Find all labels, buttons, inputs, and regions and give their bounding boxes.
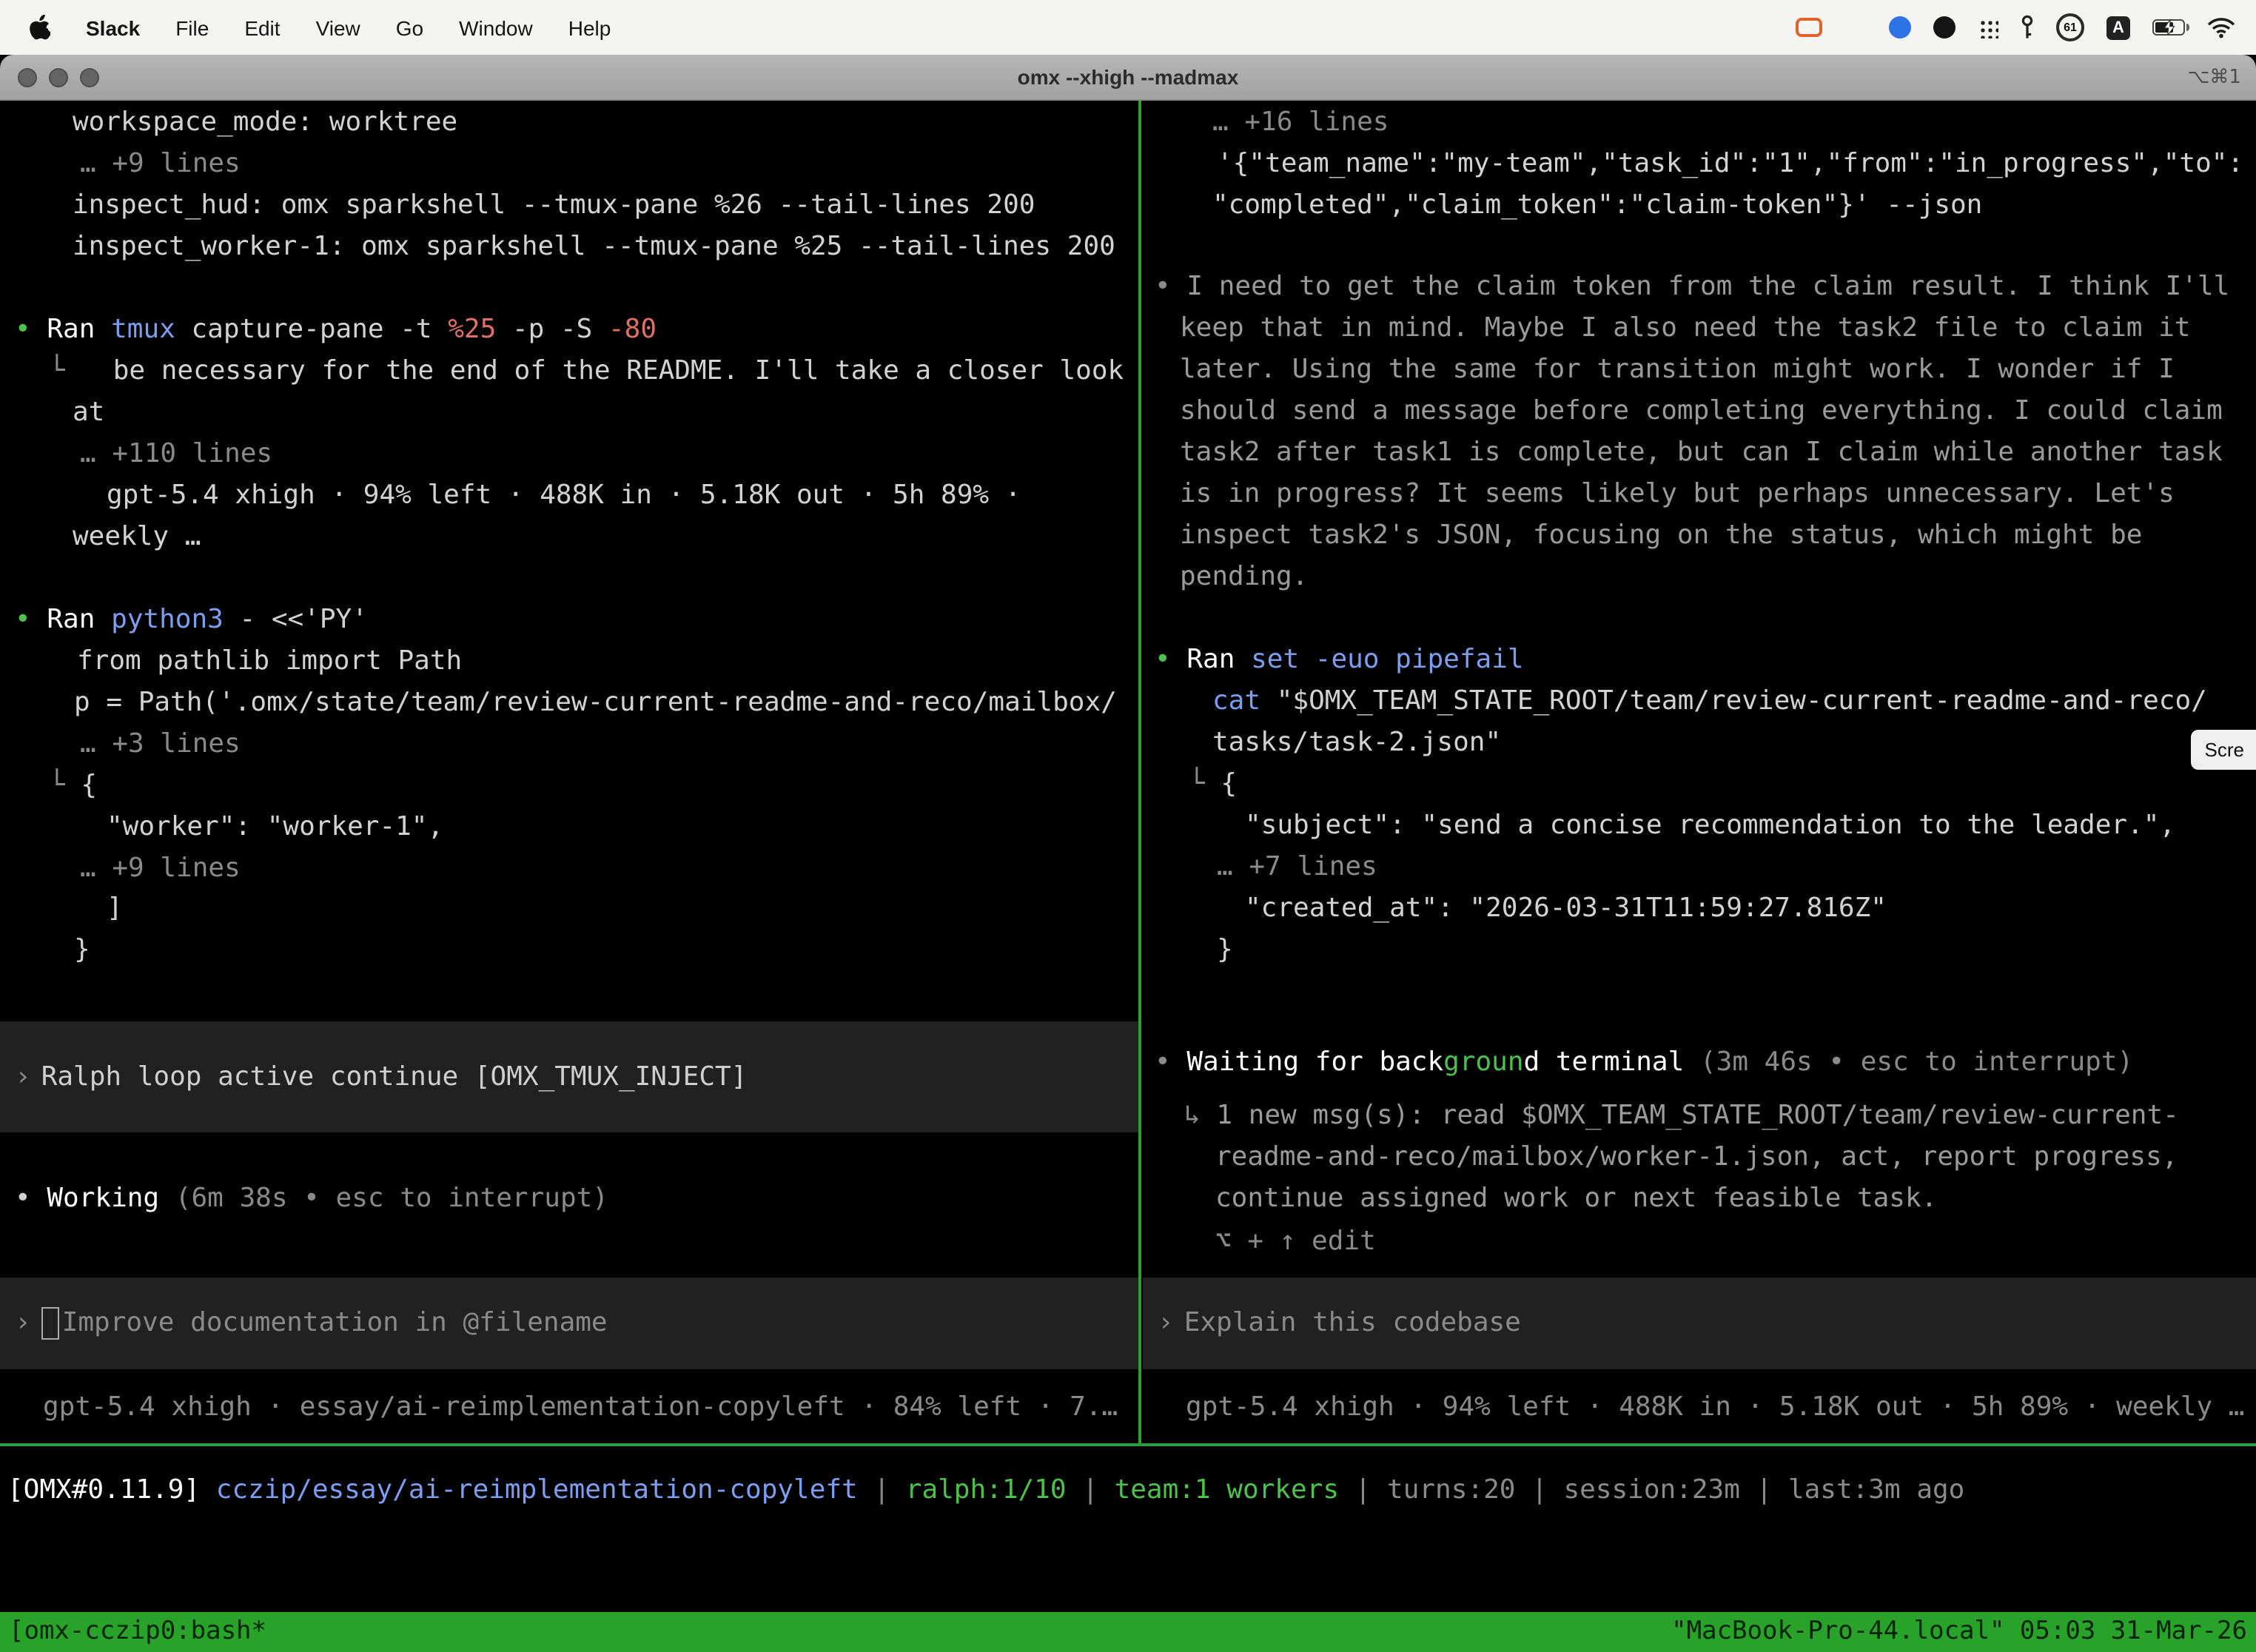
terminal-line: pending. <box>1180 557 1308 598</box>
window-grid-icon[interactable] <box>1844 16 1867 38</box>
tmux-pane-right[interactable]: › Explain this codebase … +16 lines'{"te… <box>1143 101 2256 1443</box>
terminal-line: } <box>1217 930 1233 971</box>
terminal-line: ↳ 1 new msg(s): read $OMX_TEAM_STATE_ROO… <box>1184 1095 2179 1137</box>
zoom-button[interactable] <box>80 67 99 87</box>
terminal: › Ralph loop active continue [OMX_TMUX_I… <box>0 101 2256 1652</box>
terminal-line: "completed","claim_token":"claim-token"}… <box>1212 185 1982 226</box>
composer-placeholder-left: Improve documentation in @filename <box>62 1303 608 1344</box>
terminal-line: • Ran set -euo pipefail <box>1155 639 1524 681</box>
screen-recording-indicator-icon[interactable] <box>1796 18 1822 37</box>
menu-item-file[interactable]: File <box>175 16 209 39</box>
terminal-line: readme-and-reco/mailbox/worker-1.json, a… <box>1215 1137 2178 1178</box>
menu-item-edit[interactable]: Edit <box>244 16 280 39</box>
composer-input-right[interactable]: › Explain this codebase <box>1143 1277 2256 1369</box>
terminal-line: gpt-5.4 xhigh · 94% left · 488K in · 5.1… <box>1186 1387 2245 1428</box>
terminal-line: … +3 lines <box>80 724 241 765</box>
terminal-line: … +7 lines <box>1217 847 1377 888</box>
terminal-line: inspect task2's JSON, focusing on the st… <box>1180 515 2142 557</box>
terminal-line: should send a message before completing … <box>1180 391 2223 432</box>
menu-bar-left: Slack File Edit View Go Window Help <box>0 15 611 40</box>
terminal-line: └ { <box>1189 764 1237 805</box>
terminal-line: ] <box>107 888 123 930</box>
apple-menu-icon[interactable] <box>30 15 50 40</box>
menu-bar-menus: File Edit View Go Window Help <box>175 16 611 39</box>
close-button[interactable] <box>18 67 37 87</box>
terminal-line: └ be necessary for the end of the README… <box>49 351 1124 392</box>
input-source-letter: A <box>2112 19 2124 36</box>
window-title: omx --xhigh --madmax <box>0 65 2256 89</box>
terminal-line: … +110 lines <box>80 434 272 475</box>
battery-percent-value: 61 <box>2064 21 2077 34</box>
screenshot-popup-label: Scre <box>2205 739 2244 761</box>
screenshot-thumbnail-popup[interactable]: Scre <box>2192 730 2256 770</box>
tmux-status-bar: [omx-cczip0:bash* "MacBook-Pro-44.local"… <box>0 1612 2256 1652</box>
terminal-line: inspect_hud: omx sparkshell --tmux-pane … <box>73 185 1035 226</box>
terminal-line: from pathlib import Path <box>77 641 462 682</box>
blue-app-icon[interactable] <box>1889 16 1911 38</box>
menu-bar-status-icons: 61 A <box>1796 13 2256 41</box>
terminal-line: • Ran tmux capture-pane -t %25 -p -S -80 <box>15 309 657 351</box>
key-icon[interactable] <box>2021 15 2034 40</box>
terminal-line: ⌥ + ↑ edit <box>1215 1221 1376 1263</box>
screen: Slack File Edit View Go Window Help 61 A <box>0 0 2256 1652</box>
terminal-line: cat "$OMX_TEAM_STATE_ROOT/team/review-cu… <box>1212 681 2207 722</box>
terminal-line: at <box>73 392 104 434</box>
battery-percent-icon[interactable]: 61 <box>2056 13 2084 41</box>
terminal-line: [OMX#0.11.9] cczip/essay/ai-reimplementa… <box>7 1470 1964 1511</box>
tmux-session-label: [omx-cczip0:bash* <box>9 1612 266 1652</box>
terminal-line: … +16 lines <box>1212 102 1389 144</box>
title-shortcut-hint: ⌥⌘1 <box>2187 66 2241 88</box>
terminal-line: "created_at": "2026-03-31T11:59:27.816Z" <box>1245 888 1887 930</box>
terminal-line: "worker": "worker-1", <box>107 807 443 848</box>
pane-divider[interactable] <box>1138 101 1141 1443</box>
tmux-host-time: "MacBook-Pro-44.local" 05:03 31-Mar-26 <box>1671 1612 2247 1652</box>
terminal-line: task2 after task1 is complete, but can I… <box>1180 432 2223 474</box>
menu-bar: Slack File Edit View Go Window Help 61 A <box>0 0 2256 55</box>
window-title-bar[interactable]: omx --xhigh --madmax ⌥⌘1 <box>0 55 2256 101</box>
composer-input-left[interactable]: › Improve documentation in @filename <box>0 1277 1138 1369</box>
pane-bottom-border <box>0 1443 2256 1446</box>
terminal-line: workspace_mode: worktree <box>73 102 457 144</box>
terminal-line: } <box>74 930 90 971</box>
dots-grid-icon[interactable] <box>1978 17 1998 38</box>
terminal-line: weekly … <box>73 517 201 558</box>
tmux-pane-left[interactable]: › Ralph loop active continue [OMX_TMUX_I… <box>0 101 1138 1443</box>
minimize-button[interactable] <box>49 67 68 87</box>
terminal-line: tasks/task-2.json" <box>1212 722 1501 764</box>
terminal-line: … +9 lines <box>80 848 241 890</box>
terminal-line: gpt-5.4 xhigh · 94% left · 488K in · 5.1… <box>107 475 1021 517</box>
text-cursor <box>41 1307 59 1340</box>
black-circle-app-icon[interactable] <box>1933 16 1955 38</box>
prompt-chevron-icon: › <box>1143 1303 1174 1344</box>
terminal-line: later. Using the same for transition mig… <box>1180 349 2175 391</box>
terminal-line: is in progress? It seems likely but perh… <box>1180 474 2175 515</box>
terminal-line: • I need to get the claim token from the… <box>1155 266 2229 308</box>
queued-message-text: Ralph loop active continue [OMX_TMUX_INJ… <box>41 1056 748 1098</box>
app-menu-slack[interactable]: Slack <box>86 16 140 39</box>
terminal-line: • Waiting for background terminal (3m 46… <box>1155 1042 2133 1084</box>
terminal-line: gpt-5.4 xhigh · essay/ai-reimplementatio… <box>43 1387 1118 1428</box>
wifi-icon[interactable] <box>2207 17 2235 38</box>
traffic-lights <box>18 67 99 87</box>
queued-message-row[interactable]: › Ralph loop active continue [OMX_TMUX_I… <box>0 1021 1138 1132</box>
menu-item-go[interactable]: Go <box>396 16 423 39</box>
menu-item-help[interactable]: Help <box>568 16 611 39</box>
input-source-a-icon[interactable]: A <box>2106 16 2130 39</box>
terminal-line: • Ran python3 - <<'PY' <box>15 600 368 641</box>
terminal-line: p = Path('.omx/state/team/review-current… <box>74 682 1117 724</box>
terminal-line: • Working (6m 38s • esc to interrupt) <box>15 1178 608 1220</box>
terminal-line: keep that in mind. Maybe I also need the… <box>1180 308 2190 349</box>
menu-item-window[interactable]: Window <box>459 16 533 39</box>
terminal-line: inspect_worker-1: omx sparkshell --tmux-… <box>73 226 1115 268</box>
prompt-chevron-icon: › <box>0 1303 31 1344</box>
terminal-line: "subject": "send a concise recommendatio… <box>1245 805 2175 847</box>
prompt-chevron-icon: › <box>0 1056 31 1098</box>
terminal-line: '{"team_name":"my-team","task_id":"1","f… <box>1217 144 2243 185</box>
menu-item-view[interactable]: View <box>316 16 360 39</box>
terminal-line: continue assigned work or next feasible … <box>1215 1178 1937 1220</box>
terminal-line: … +9 lines <box>80 144 241 185</box>
composer-placeholder-right: Explain this codebase <box>1184 1303 1521 1344</box>
battery-charging-icon[interactable] <box>2152 19 2185 36</box>
terminal-line: └ { <box>49 765 97 807</box>
